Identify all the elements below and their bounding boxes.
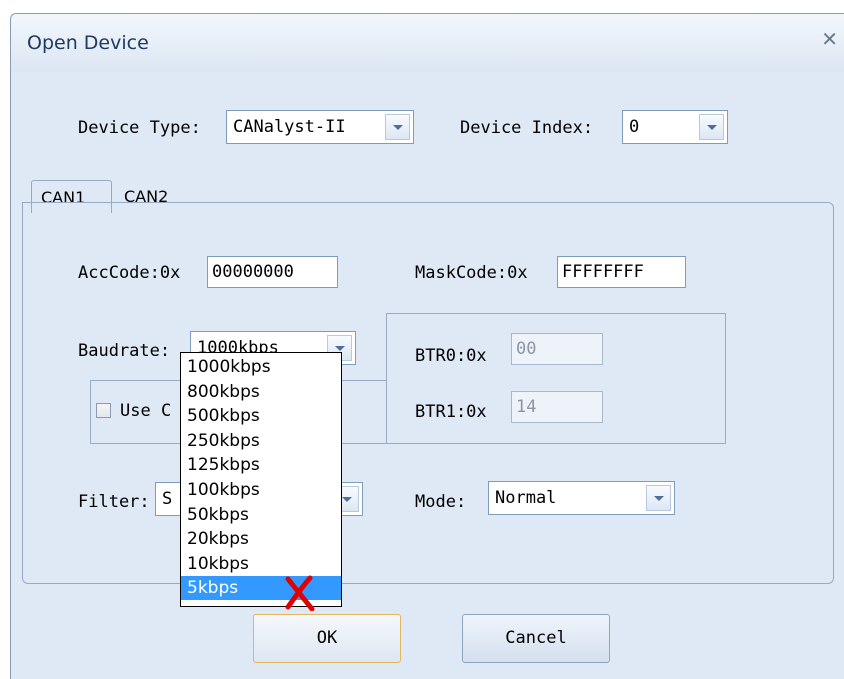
red-x-annotation-icon bbox=[285, 575, 315, 611]
device-type-value: CANalyst-II bbox=[233, 117, 346, 137]
acc-code-field[interactable]: 00000000 bbox=[207, 256, 338, 288]
baudrate-option[interactable]: 800kbps bbox=[181, 380, 341, 404]
close-icon[interactable]: ✕ bbox=[821, 27, 838, 51]
chevron-down-icon[interactable] bbox=[385, 114, 410, 140]
filter-label: Filter: bbox=[78, 492, 150, 512]
ok-button[interactable]: OK bbox=[253, 614, 401, 663]
mask-code-label: MaskCode:0x bbox=[415, 263, 528, 283]
btr0-field[interactable]: 00 bbox=[511, 333, 603, 365]
mode-label: Mode: bbox=[415, 492, 467, 512]
device-type-label: Device Type: bbox=[78, 118, 201, 138]
baudrate-option[interactable]: 10kbps bbox=[181, 552, 341, 576]
baudrate-label: Baudrate: bbox=[78, 341, 171, 361]
acc-code-label: AccCode:0x bbox=[78, 263, 181, 283]
filter-value: S bbox=[162, 489, 173, 509]
btr0-label: BTR0:0x bbox=[415, 346, 487, 366]
baudrate-option[interactable]: 250kbps bbox=[181, 429, 341, 453]
btr1-field[interactable]: 14 bbox=[511, 391, 603, 423]
device-index-value: 0 bbox=[629, 117, 640, 137]
use-custom-checkbox[interactable] bbox=[96, 403, 111, 418]
baudrate-option[interactable]: 100kbps bbox=[181, 478, 341, 502]
btr1-label: BTR1:0x bbox=[415, 402, 487, 422]
title-bar: Open Device ✕ bbox=[11, 14, 844, 72]
baudrate-option[interactable]: 125kbps bbox=[181, 453, 341, 477]
device-index-select[interactable]: 0 bbox=[622, 110, 728, 144]
mask-code-field[interactable]: FFFFFFFF bbox=[557, 256, 686, 288]
baudrate-option[interactable]: 50kbps bbox=[181, 503, 341, 527]
mode-select[interactable]: Normal bbox=[488, 481, 675, 515]
baudrate-option[interactable]: 500kbps bbox=[181, 404, 341, 428]
use-custom-label: Use C bbox=[120, 401, 172, 421]
chevron-down-icon[interactable] bbox=[699, 114, 724, 140]
chevron-down-icon[interactable] bbox=[646, 485, 671, 511]
mode-value: Normal bbox=[495, 488, 557, 508]
device-type-select[interactable]: CANalyst-II bbox=[226, 110, 414, 144]
dialog-title: Open Device bbox=[27, 32, 149, 54]
cancel-button[interactable]: Cancel bbox=[462, 614, 610, 663]
baudrate-option[interactable]: 20kbps bbox=[181, 527, 341, 551]
device-index-label: Device Index: bbox=[460, 118, 594, 138]
baudrate-option[interactable]: 1000kbps bbox=[181, 355, 341, 379]
baudrate-dropdown-list: 1000kbps 800kbps 500kbps 250kbps 125kbps 100k… bbox=[180, 352, 342, 607]
